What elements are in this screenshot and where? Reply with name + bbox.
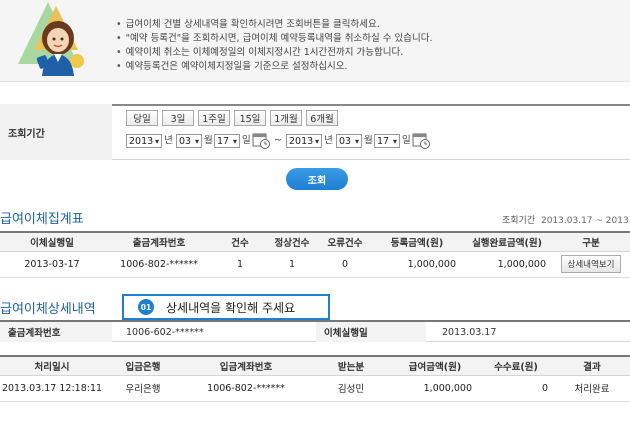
from-year-select[interactable]: 2013 xyxy=(126,134,162,148)
column-header: 처리일시 xyxy=(0,356,104,376)
cell-error: 0 xyxy=(318,251,372,278)
cell-count: 1 xyxy=(214,251,266,278)
column-header: 급여금액(원) xyxy=(392,356,478,376)
summary-title: 급여이체집계표 xyxy=(0,212,84,227)
notice-line: "예약 등록건"을 조회하시면, 급여이체 예약등록내역을 취소하실 수 있습니… xyxy=(116,30,433,44)
cell-account: 1006-802-****** xyxy=(182,375,310,402)
notice-line: 예약등록건은 예약이체지정일을 기준으로 설정하십시오. xyxy=(116,58,348,72)
girl-avatar-icon xyxy=(36,21,74,76)
from-month-select[interactable]: 03 xyxy=(176,134,202,148)
column-header: 실행완료금액(원) xyxy=(462,232,552,252)
column-header: 입금계좌번호 xyxy=(182,356,310,376)
column-header: 구분 xyxy=(552,232,630,252)
guide-callout: 01 상세내역을 확인해 주세요 xyxy=(122,294,330,320)
table-row: 2013.03.17 12:18:11 우리은행 1006-802-******… xyxy=(0,375,630,402)
cell-account: 1006-802-****** xyxy=(104,251,214,278)
quick-6month-button[interactable]: 6개월 xyxy=(306,110,338,126)
to-month-select[interactable]: 03 xyxy=(336,134,362,148)
notice-line: 예약이체 취소는 이체예정일의 이체지정시간 1시간전까지 가능합니다. xyxy=(116,44,404,58)
cell-result: 처리완료 xyxy=(554,375,630,402)
column-header: 받는분 xyxy=(310,356,392,376)
cell-date: 2013-03-17 xyxy=(0,251,104,278)
period-value: 2013.03.17 ~ 2013.03.17 xyxy=(541,216,630,226)
date-range-tilde: ~ xyxy=(274,135,282,146)
column-header: 수수료(원) xyxy=(478,356,554,376)
account-label: 출금계좌번호 xyxy=(0,322,112,342)
callout-text: 상세내역을 확인해 주세요 xyxy=(166,300,296,315)
to-year-select[interactable]: 2013 xyxy=(286,134,322,148)
quick-3day-button[interactable]: 3일 xyxy=(162,110,194,126)
column-header: 결과 xyxy=(554,356,630,376)
quick-15day-button[interactable]: 15일 xyxy=(234,110,266,126)
detail-table: 처리일시 입금은행 입금계좌번호 받는분 급여금액(원) 수수료(원) 결과 2… xyxy=(0,355,630,402)
cell-normal: 1 xyxy=(266,251,318,278)
cell-bank: 우리은행 xyxy=(104,375,182,402)
execution-date-label: 이체실행일 xyxy=(316,322,426,342)
account-value: 1006-602-****** xyxy=(126,326,204,338)
detail-title: 급여이체상세내역 xyxy=(0,302,96,317)
execution-date-value: 2013.03.17 xyxy=(442,326,497,338)
cell-completed: 1,000,000 xyxy=(462,251,552,278)
column-header: 오류건수 xyxy=(318,232,372,252)
cell-fee: 0 xyxy=(478,375,554,402)
search-button[interactable]: 조회 xyxy=(286,168,348,190)
calendar-icon[interactable] xyxy=(252,131,270,149)
table-header-row: 이체실행일 출금계좌번호 건수 정상건수 오류건수 등록금액(원) 실행완료금액… xyxy=(0,232,630,252)
step-number-badge: 01 xyxy=(138,299,154,315)
view-detail-button[interactable]: 상세내역보기 xyxy=(560,255,622,273)
to-day-select[interactable]: 17 xyxy=(374,134,400,148)
unit-month: 월 xyxy=(204,135,213,146)
unit-month: 월 xyxy=(364,135,373,146)
notice-line: 급여이체 건별 상세내역을 확인하시려면 조회버튼을 클릭하세요. xyxy=(116,16,380,30)
cell-action: 상세내역보기 xyxy=(552,251,630,278)
table-row: 2013-03-17 1006-802-****** 1 1 0 1,000,0… xyxy=(0,251,630,278)
unit-year: 년 xyxy=(164,135,173,146)
cell-recipient: 김성민 xyxy=(310,375,392,402)
quick-1month-button[interactable]: 1개월 xyxy=(270,110,302,126)
unit-day: 일 xyxy=(242,135,251,146)
quick-1week-button[interactable]: 1주일 xyxy=(198,110,230,126)
cell-registered: 1,000,000 xyxy=(372,251,462,278)
column-header: 이체실행일 xyxy=(0,232,104,252)
notice-box: 급여이체 건별 상세내역을 확인하시려면 조회버튼을 클릭하세요. "예약 등록… xyxy=(0,0,630,82)
summary-table: 이체실행일 출금계좌번호 건수 정상건수 오류건수 등록금액(원) 실행완료금액… xyxy=(0,231,630,278)
cell-amount: 1,000,000 xyxy=(392,375,478,402)
cell-datetime: 2013.03.17 12:18:11 xyxy=(0,375,104,402)
column-header: 출금계좌번호 xyxy=(104,232,214,252)
unit-year: 년 xyxy=(324,135,333,146)
column-header: 정상건수 xyxy=(266,232,318,252)
column-header: 등록금액(원) xyxy=(372,232,462,252)
quick-today-button[interactable]: 당일 xyxy=(126,110,158,126)
column-header: 입금은행 xyxy=(104,356,182,376)
table-header-row: 처리일시 입금은행 입금계좌번호 받는분 급여금액(원) 수수료(원) 결과 xyxy=(0,356,630,376)
period-label: 조회기간 2013.03.17 ~ 2013.03.17 xyxy=(502,213,630,226)
search-period-label: 조회기간 xyxy=(0,104,112,160)
from-day-select[interactable]: 17 xyxy=(214,134,240,148)
calendar-icon[interactable] xyxy=(412,131,430,149)
unit-day: 일 xyxy=(402,135,411,146)
column-header: 건수 xyxy=(214,232,266,252)
